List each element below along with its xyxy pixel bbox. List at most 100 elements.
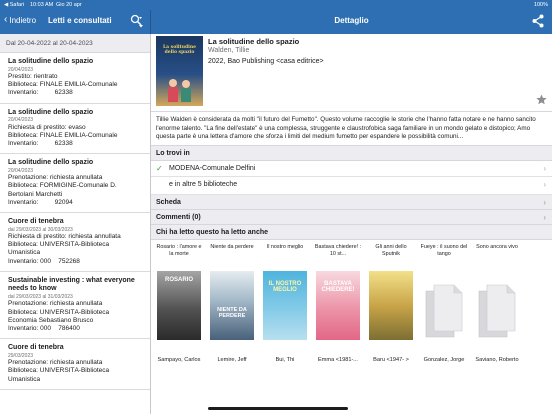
related-cover[interactable]: IL NOSTRO MEGLIO bbox=[263, 271, 307, 340]
status-time: 10:03 AM bbox=[30, 2, 54, 8]
related-book[interactable]: Bastava chiedere! : 10 st... BASTAVA CHI… bbox=[313, 240, 363, 376]
item-line: Prenotazione: richiesta annullata bbox=[8, 359, 103, 367]
book-header: La solitudine dello spazio La solitudine… bbox=[151, 34, 552, 112]
related-author: Bui, Thi bbox=[275, 357, 295, 363]
related-author: Lemire, Jeff bbox=[217, 357, 247, 363]
related-book[interactable]: Gli anni dello Sputnik Baru <1947- > bbox=[366, 240, 416, 376]
item-line: Biblioteca: FORMIGINE-Comunale D. bbox=[8, 182, 117, 190]
item-line: Umanistica bbox=[8, 249, 41, 257]
item-line: Inventario: 000 786400 bbox=[8, 324, 80, 332]
related-book[interactable]: Niente da perdere NIENTE DA PERDERE Lemi… bbox=[207, 240, 257, 376]
related-book[interactable]: Il nostro meglio IL NOSTRO MEGLIO Bui, T… bbox=[260, 240, 310, 376]
library-more-row[interactable]: e in altre 5 biblioteche › bbox=[151, 177, 552, 195]
related-cover[interactable] bbox=[369, 271, 413, 340]
item-line: Biblioteca: FINALE EMILIA-Comunale bbox=[8, 81, 118, 89]
cover-text: BASTAVA CHIEDERE! bbox=[321, 281, 355, 293]
item-title: Sustainable investing : what everyone ne… bbox=[8, 276, 135, 293]
library-more: e in altre 5 biblioteche bbox=[169, 181, 238, 188]
list-item[interactable]: La solitudine dello spazio 20/04/2023 Ri… bbox=[0, 104, 150, 155]
book-description: Tillie Walden è considerata da molti "il… bbox=[151, 112, 552, 146]
book-author[interactable]: Walden, Tillie bbox=[208, 47, 249, 54]
star-icon[interactable] bbox=[536, 94, 547, 105]
home-indicator[interactable] bbox=[208, 407, 348, 410]
status-date: Gio 20 apr bbox=[56, 2, 82, 8]
related-title: Bastava chiedere! : 10 st... bbox=[314, 244, 362, 257]
cover-illustration bbox=[168, 79, 191, 102]
related-title: Niente da perdere bbox=[210, 244, 254, 250]
related-cover[interactable]: NIENTE DA PERDERE bbox=[210, 271, 254, 340]
commenti-label: Commenti (0) bbox=[156, 214, 201, 221]
checkmark-icon: ✓ bbox=[156, 164, 163, 173]
related-cover[interactable]: BASTAVA CHIEDERE! bbox=[316, 271, 360, 340]
section-readers: Chi ha letto questo ha letto anche bbox=[151, 225, 552, 240]
list-item[interactable]: Cuore di tenebra 29/03/2023 Prenotazione… bbox=[0, 339, 150, 390]
related-title: Il nostro meglio bbox=[266, 244, 304, 250]
item-line: Bertolani Marchetti bbox=[8, 190, 63, 198]
item-line: Prenotazione: richiesta annullata bbox=[8, 174, 103, 182]
item-line: Richiesta di prestito: richiesta annulla… bbox=[8, 233, 121, 241]
library-primary-row[interactable]: ✓ MODENA-Comunale Delfini › bbox=[151, 161, 552, 177]
related-author: Baru <1947- > bbox=[373, 357, 409, 363]
chevron-right-icon: › bbox=[543, 213, 546, 222]
left-nav-bar: ‹ Indietro Letti e consultati bbox=[0, 10, 151, 34]
item-line: Biblioteca: UNIVERSITÀ-Biblioteca bbox=[8, 367, 110, 375]
related-book[interactable]: Fueye : il suono del tango Gonzalez, Jor… bbox=[419, 240, 469, 376]
history-list-pane[interactable]: Dal 20-04-2022 al 20-04-2023 La solitudi… bbox=[0, 34, 151, 414]
chevron-right-icon: › bbox=[543, 198, 546, 207]
related-book[interactable]: Rosario : l'amore e la morte ROSARIO Sam… bbox=[154, 240, 204, 376]
detail-pane[interactable]: La solitudine dello spazio La solitudine… bbox=[151, 34, 552, 414]
item-line: Inventario: 000 752268 bbox=[8, 257, 80, 265]
status-back-app[interactable]: ◀ Safari bbox=[4, 2, 24, 8]
item-line: Prenotazione: richiesta annullata bbox=[8, 300, 103, 308]
item-title: La solitudine dello spazio bbox=[8, 108, 94, 116]
library-primary: MODENA-Comunale Delfini bbox=[169, 165, 256, 172]
book-cover[interactable]: La solitudine dello spazio bbox=[156, 36, 203, 106]
list-item[interactable]: La solitudine dello spazio 20/04/2023 Pr… bbox=[0, 154, 150, 214]
item-title: Cuore di tenebra bbox=[8, 344, 64, 352]
status-battery: 100% bbox=[533, 2, 548, 8]
status-bar: ◀ Safari 10:03 AM Gio 20 apr 100% bbox=[0, 0, 552, 10]
related-author: Saviano, Roberto bbox=[475, 357, 519, 363]
book-publication: 2022, Bao Publishing <casa editrice> bbox=[208, 58, 324, 65]
related-cover[interactable]: ROSARIO bbox=[157, 271, 201, 340]
item-title: La solitudine dello spazio bbox=[8, 58, 94, 65]
scheda-label: Scheda bbox=[156, 199, 181, 206]
item-line: Biblioteca: UNIVERSITÀ-Biblioteca bbox=[8, 241, 110, 249]
cover-title-text: La solitudine dello spazio bbox=[163, 45, 196, 55]
date-range: Dal 20-04-2022 al 20-04-2023 bbox=[0, 34, 150, 53]
item-title: La solitudine dello spazio bbox=[8, 159, 94, 167]
item-line: Economia Sebastiano Brusco bbox=[8, 316, 94, 324]
app-screen: ◀ Safari 10:03 AM Gio 20 apr 100% ‹ Indi… bbox=[0, 0, 552, 414]
related-title: Fueye : il suono del tango bbox=[420, 244, 468, 257]
section-found-in: Lo trovi in bbox=[151, 146, 552, 161]
item-line: Prestito: rientrato bbox=[8, 73, 58, 80]
related-author: Emma <1981-... bbox=[318, 357, 358, 363]
related-book[interactable]: Sono ancora vivo Saviano, Roberto bbox=[472, 240, 522, 376]
list-item[interactable]: Sustainable investing : what everyone ne… bbox=[0, 272, 150, 340]
item-line: Inventario: 92094 bbox=[8, 198, 73, 206]
cover-text: NIENTE DA PERDERE bbox=[217, 307, 247, 319]
item-title: Cuore di tenebra bbox=[8, 218, 64, 226]
list-item[interactable]: Cuore di tenebra dal 29/03/2023 al 30/03… bbox=[0, 213, 150, 272]
chevron-right-icon: › bbox=[543, 180, 546, 189]
related-title: Gli anni dello Sputnik bbox=[375, 244, 407, 257]
share-icon[interactable] bbox=[532, 14, 544, 28]
back-button[interactable]: ‹ Indietro bbox=[4, 15, 36, 25]
item-line: Biblioteca: UNIVERSITÀ-Biblioteca bbox=[8, 308, 110, 316]
document-placeholder-icon[interactable] bbox=[422, 271, 466, 340]
item-line: Richiesta di prestito: evaso bbox=[8, 123, 86, 131]
chevron-right-icon: › bbox=[543, 164, 546, 173]
cover-text: IL NOSTRO MEGLIO bbox=[268, 281, 302, 293]
cover-text: ROSARIO bbox=[164, 277, 193, 283]
section-commenti[interactable]: Commenti (0) › bbox=[151, 210, 552, 225]
related-books-strip[interactable]: Rosario : l'amore e la morte ROSARIO Sam… bbox=[151, 240, 552, 376]
item-line: Umanistica bbox=[8, 375, 41, 383]
chevron-left-icon: ‹ bbox=[4, 14, 8, 25]
sort-filter-icon[interactable] bbox=[130, 14, 144, 28]
book-title: La solitudine dello spazio bbox=[208, 37, 300, 46]
section-scheda[interactable]: Scheda › bbox=[151, 195, 552, 210]
related-author: Gonzalez, Jorge bbox=[423, 357, 465, 363]
list-item[interactable]: La solitudine dello spazio 20/04/2023 Pr… bbox=[0, 53, 150, 104]
detail-title: Dettaglio bbox=[334, 16, 369, 25]
document-placeholder-icon[interactable] bbox=[475, 271, 519, 340]
